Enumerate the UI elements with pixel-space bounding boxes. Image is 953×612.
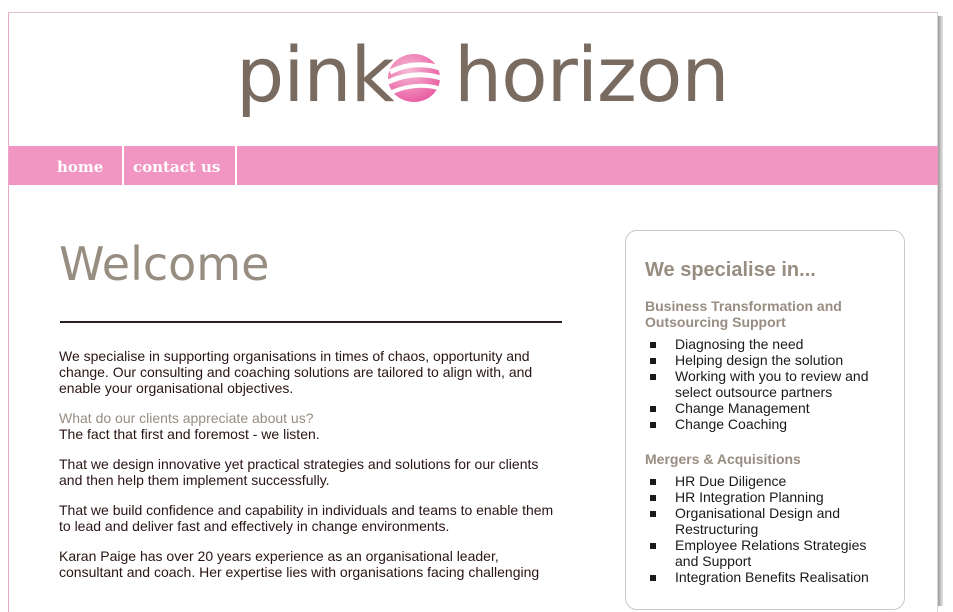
sidebar-section-heading: Mergers & Acquisitions [645,451,801,467]
specialise-sidebar: We specialise in... Business Transformat… [625,230,905,610]
karan-paragraph: Karan Paige has over 20 years experience… [59,548,540,580]
logo-word-horizon: horizon [454,30,730,119]
sidebar-section-mergers: Mergers & Acquisitions HR Due Diligence … [645,451,890,585]
list-item: Change Management [645,400,890,416]
list-item: Diagnosing the need [645,336,890,352]
list-item: Integration Benefits Realisation [645,569,890,585]
main-nav: home contact us [9,146,938,185]
sidebar-list: Diagnosing the need Helping design the s… [645,336,890,432]
list-item: Organisational Design and Restructuring [645,505,890,537]
intro-paragraph: We specialise in supporting organisation… [59,348,533,396]
list-item: HR Integration Planning [645,489,890,505]
sidebar-title: We specialise in... [645,259,816,281]
listen-paragraph: The fact that first and foremost - we li… [59,426,320,442]
nav-divider [235,146,237,185]
list-item: Change Coaching [645,416,890,432]
sidebar-section-transformation: Business Transformation and Outsourcing … [645,298,890,432]
list-item: Employee Relations Strategies and Suppor… [645,537,890,569]
list-item: HR Due Diligence [645,473,890,489]
page-title: Welcome [59,237,270,291]
page-shadow [938,16,943,606]
logo-word-pink: pink [236,30,395,119]
clients-question: What do our clients appreciate about us? [59,410,314,426]
horizon-swoosh-icon [386,54,442,102]
title-rule [60,321,562,323]
site-logo[interactable]: pink horizon [236,24,730,124]
list-item: Helping design the solution [645,352,890,368]
confidence-paragraph: That we build confidence and capability … [59,502,554,534]
sidebar-section-heading: Business Transformation and Outsourcing … [645,298,842,330]
main-content: We specialise in supporting organisation… [59,348,564,594]
sidebar-list: HR Due Diligence HR Integration Planning… [645,473,890,585]
nav-divider [122,146,124,185]
design-paragraph: That we design innovative yet practical … [59,456,539,488]
list-item: Working with you to review and select ou… [645,368,890,400]
nav-home-link[interactable]: home [57,146,103,185]
nav-contact-link[interactable]: contact us [133,146,220,185]
